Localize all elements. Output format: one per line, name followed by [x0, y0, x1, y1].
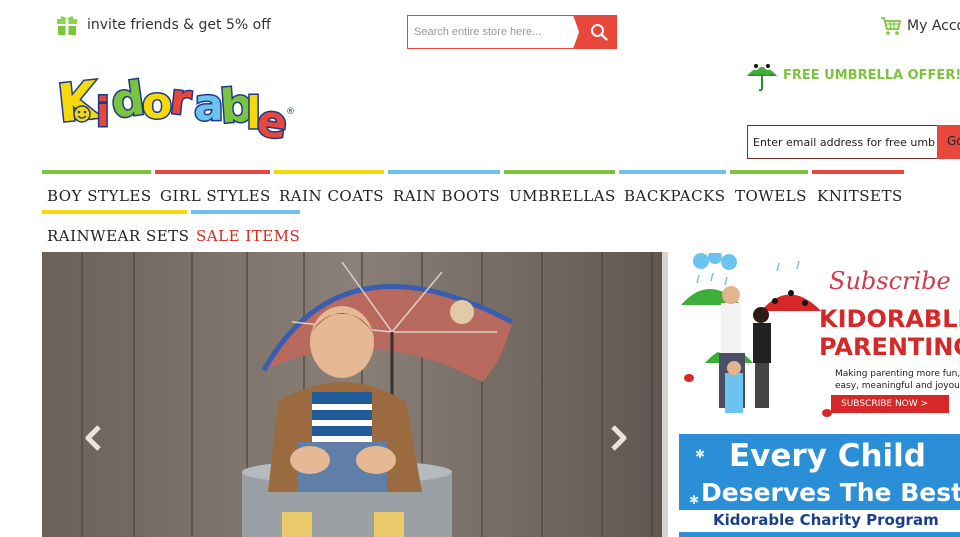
subscribe-script-title: Subscribe [829, 267, 951, 295]
subscribe-tagline-line1: Making parenting more fun, [835, 369, 960, 379]
nav-item-rainwear-sets-label[interactable]: RAINWEAR SETS [42, 212, 192, 245]
nav-item-backpacks[interactable]: BACKPACKS [619, 170, 726, 205]
chevron-left-icon [85, 425, 101, 451]
subscribe-now-button[interactable]: SUBSCRIBE NOW > [831, 395, 949, 413]
logo-wordmark: K i d o r a b l e ® [53, 69, 295, 151]
carousel-prev-button[interactable] [82, 424, 104, 456]
nav-label: BACKPACKS [624, 187, 726, 205]
nav-label: SALE ITEMS [196, 227, 301, 245]
carousel-next-button[interactable] [608, 424, 630, 456]
hero-carousel[interactable] [42, 252, 668, 537]
nav-item-sale-items[interactable]: SALE ITEMS [191, 212, 301, 245]
kidorable-logo[interactable]: K i d o r a b l e ® [53, 64, 298, 151]
subscribe-title-line1: KIDORABLE [819, 305, 960, 333]
gift-icon [57, 16, 77, 35]
my-account-label: My Acco [907, 18, 960, 34]
charity-program-banner[interactable]: ✱✱✱✱ Every Child Deserves The Best Kidor… [679, 434, 960, 537]
subscribe-parenting-banner[interactable]: Subscribe KIDORABLE PARENTING Making par… [679, 253, 960, 429]
hero-slide-image [42, 252, 668, 537]
subscribe-tagline-line2: easy, meaningful and joyous [835, 381, 960, 391]
svg-text:i: i [96, 90, 110, 136]
nav-item-towels[interactable]: TOWELS [730, 170, 808, 205]
frog-umbrella-icon [747, 62, 777, 92]
charity-line2: Deserves The Best [701, 478, 960, 507]
svg-text:e: e [254, 95, 291, 142]
search-box [407, 15, 617, 49]
nav-label: RAINWEAR SETS [47, 227, 190, 245]
cart-icon [881, 17, 901, 35]
chevron-right-icon [611, 425, 627, 451]
charity-line1: Every Child [729, 438, 926, 474]
search-input[interactable] [408, 16, 576, 48]
charity-line3: Kidorable Charity Program [713, 511, 939, 529]
search-icon [590, 24, 608, 41]
svg-text:r: r [168, 74, 194, 125]
newsletter-email-input[interactable] [748, 126, 936, 158]
nav-item-umbrellas[interactable]: UMBRELLAS [504, 170, 615, 205]
svg-text:✱: ✱ [695, 447, 705, 461]
invite-friends-link[interactable]: invite friends & get 5% off [56, 14, 271, 36]
nav-label: TOWELS [735, 187, 807, 205]
search-button[interactable] [573, 15, 617, 49]
svg-text:✱: ✱ [689, 493, 699, 507]
nav-label: UMBRELLAS [509, 187, 616, 205]
nav-label: KNITSETS [817, 187, 903, 205]
newsletter-form: Go [747, 125, 960, 159]
my-account-link[interactable]: My Acco [880, 16, 960, 36]
nav-item-knitsets[interactable]: KNITSETS [812, 170, 904, 205]
newsletter-submit-button[interactable]: Go [937, 125, 960, 159]
nav-item-rain-boots[interactable]: RAIN BOOTS [388, 170, 500, 205]
free-umbrella-offer-text: FREE UMBRELLA OFFER! [783, 67, 960, 83]
nav-label: RAIN BOOTS [393, 187, 501, 205]
subscribe-title-line2: PARENTING [819, 333, 960, 361]
invite-friends-text: invite friends & get 5% off [87, 17, 271, 33]
free-umbrella-offer-link[interactable]: FREE UMBRELLA OFFER! [745, 58, 960, 92]
nav-item-rainwear-sets[interactable] [42, 190, 187, 214]
registered-mark: ® [286, 107, 295, 117]
nav-item-sale-items-underline [191, 190, 300, 214]
